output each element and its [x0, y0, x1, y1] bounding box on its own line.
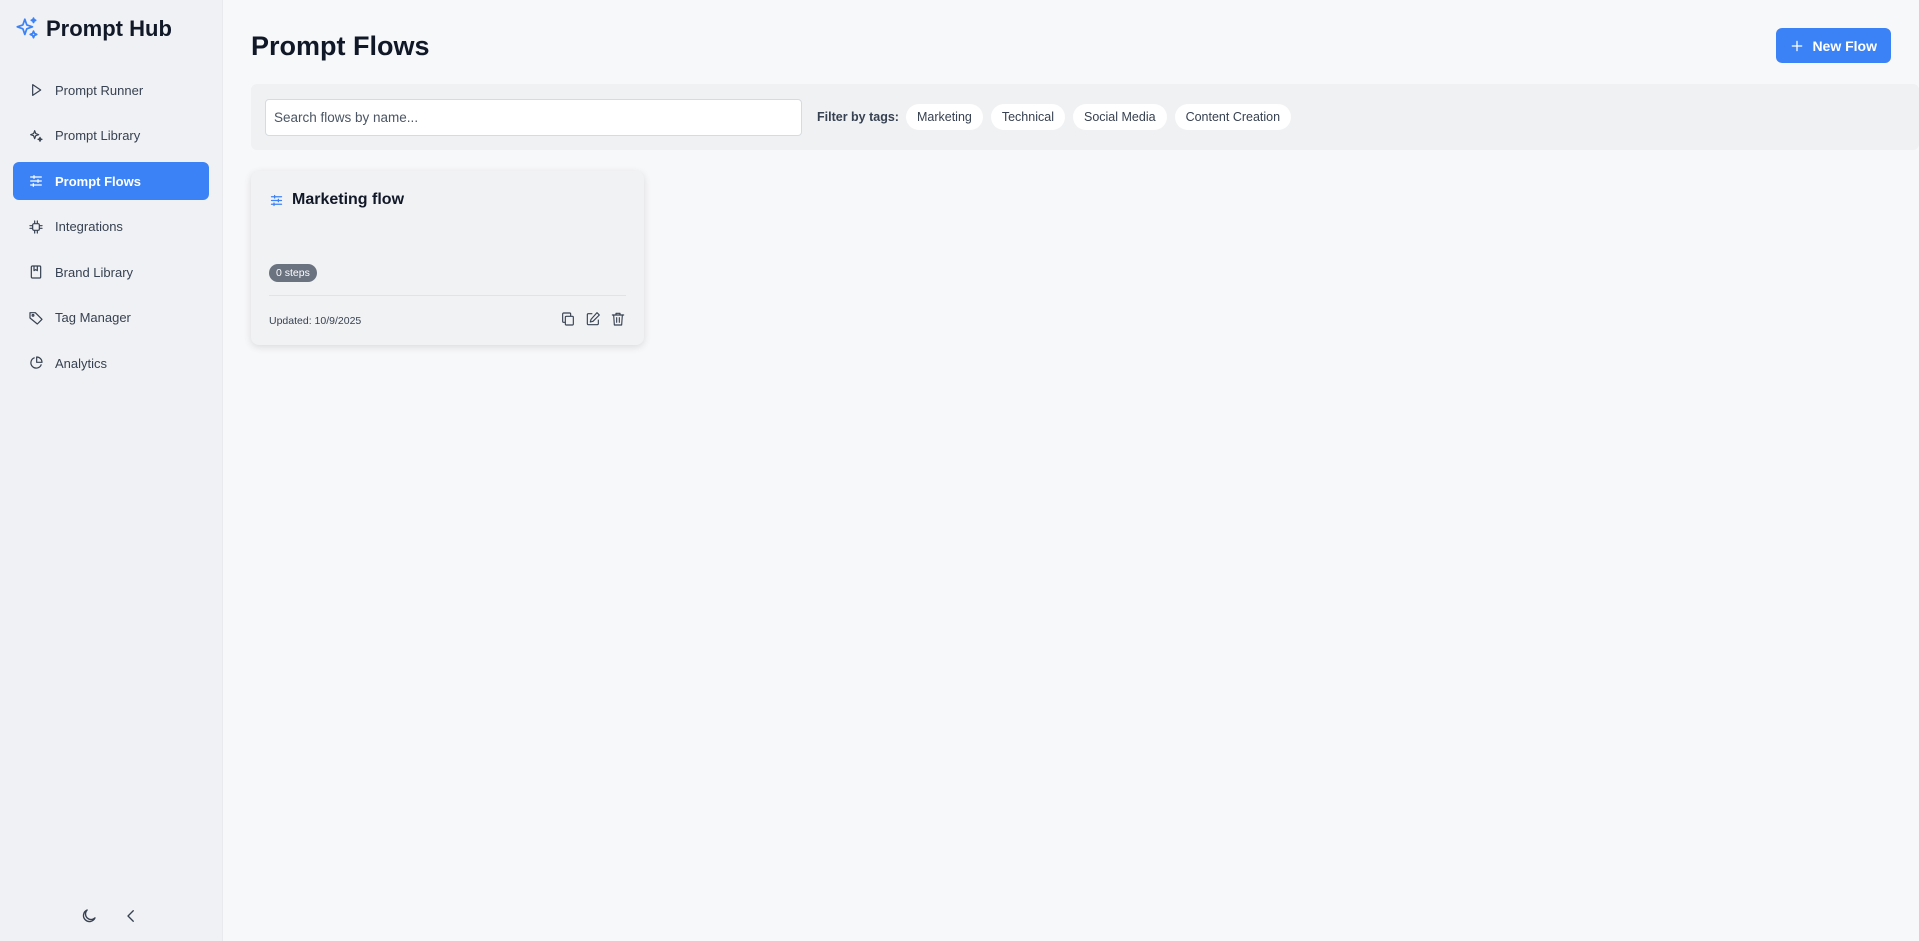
flow-card-header: Marketing flow	[269, 191, 404, 209]
flow-updated-date: Updated: 10/9/2025	[269, 315, 362, 327]
steps-badge: 0 steps	[269, 264, 317, 282]
tag-filter-marketing[interactable]: Marketing	[905, 104, 983, 130]
new-flow-button[interactable]: New Flow	[1776, 28, 1891, 63]
sidebar-item-label: Analytics	[55, 355, 108, 371]
filter-label: Filter by tags:	[817, 110, 899, 124]
sidebar: Prompt Hub Prompt Runner Prompt Library	[0, 0, 223, 941]
card-divider	[269, 295, 626, 296]
sidebar-item-prompt-flows[interactable]: Prompt Flows	[13, 162, 209, 200]
moon-icon[interactable]	[80, 907, 98, 925]
flow-card-title: Marketing flow	[292, 191, 405, 208]
pie-chart-icon	[28, 355, 44, 371]
tag-icon	[28, 310, 44, 326]
tag-filter-list: Marketing Technical Social Media Content…	[905, 104, 1292, 130]
chip-icon	[28, 219, 44, 235]
brand: Prompt Hub	[14, 16, 172, 42]
chevron-left-icon[interactable]	[122, 907, 140, 925]
sidebar-item-label: Prompt Library	[55, 128, 141, 143]
flow-card-actions	[560, 311, 626, 327]
edit-icon[interactable]	[585, 311, 601, 327]
sidebar-item-label: Integrations	[55, 219, 123, 234]
filter-bar: Filter by tags: Marketing Technical Soci…	[251, 84, 1919, 150]
sidebar-item-integrations[interactable]: Integrations	[13, 208, 209, 246]
sliders-icon	[28, 173, 44, 189]
search-input[interactable]	[265, 98, 802, 136]
sidebar-item-label: Brand Library	[55, 264, 134, 280]
sidebar-footer	[80, 907, 140, 925]
sidebar-item-label: Prompt Flows	[55, 173, 141, 189]
app-title: Prompt Hub	[46, 16, 172, 41]
sidebar-nav: Prompt Runner Prompt Library Prompt Flow…	[13, 71, 209, 390]
sidebar-item-tag-manager[interactable]: Tag Manager	[13, 299, 209, 337]
sidebar-item-analytics[interactable]: Analytics	[13, 344, 209, 382]
sidebar-item-prompt-runner[interactable]: Prompt Runner	[13, 71, 209, 109]
copy-icon[interactable]	[560, 311, 576, 327]
bookmark-icon	[28, 264, 44, 280]
sidebar-item-label: Tag Manager	[55, 310, 131, 325]
sidebar-item-prompt-library[interactable]: Prompt Library	[13, 117, 209, 155]
tag-filter-technical[interactable]: Technical	[990, 104, 1065, 130]
sparkles-icon	[14, 16, 40, 42]
sliders-icon	[269, 193, 284, 208]
sparkles-icon	[28, 128, 44, 144]
trash-icon[interactable]	[610, 311, 626, 327]
flow-card[interactable]: Marketing flow 0 steps Updated: 10/9/202…	[251, 171, 644, 345]
tag-filter-content-creation[interactable]: Content Creation	[1174, 104, 1292, 130]
sidebar-item-brand-library[interactable]: Brand Library	[13, 253, 209, 291]
play-icon	[28, 82, 44, 98]
app: Prompt Hub Prompt Runner Prompt Library	[0, 0, 1919, 941]
new-flow-label: New Flow	[1812, 37, 1877, 54]
main-content: Prompt Flows New Flow Filter by tags: Ma…	[223, 0, 1919, 941]
plus-icon	[1790, 39, 1804, 53]
page-title: Prompt Flows	[251, 31, 430, 61]
tag-filter-social-media[interactable]: Social Media	[1072, 104, 1167, 130]
sidebar-item-label: Prompt Runner	[55, 82, 144, 98]
